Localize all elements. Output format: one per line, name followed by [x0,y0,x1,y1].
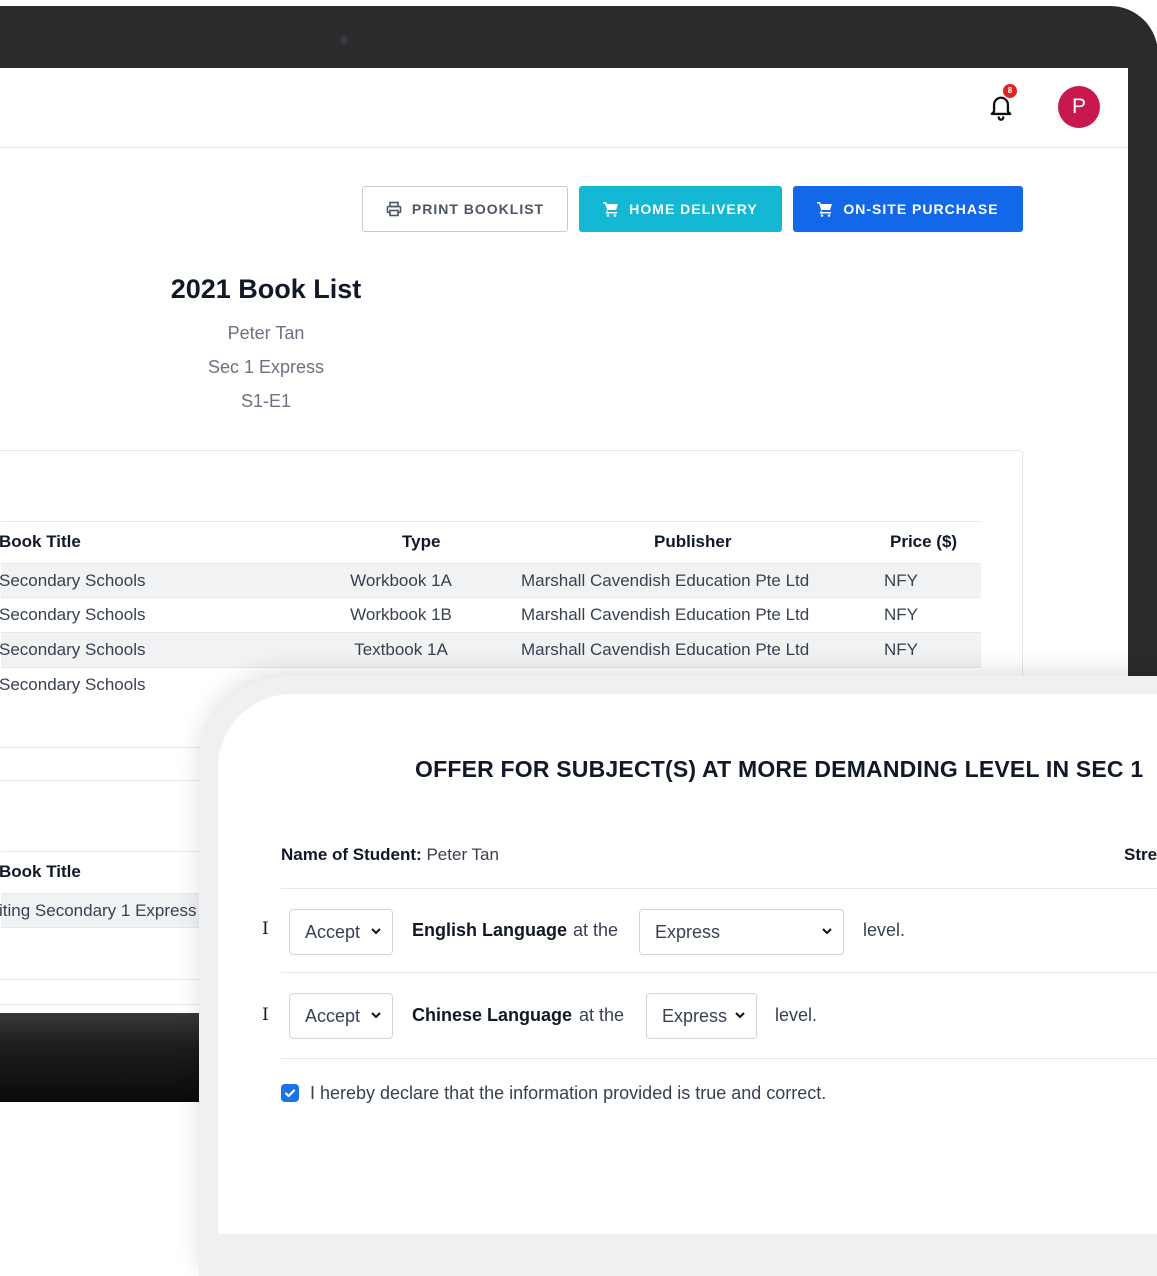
level-select[interactable]: Express [646,993,757,1039]
cart-icon [603,202,619,217]
chevron-down-icon [371,1012,381,1019]
student-label: Name of Student: [281,845,422,864]
checkmark-icon [284,1089,296,1098]
cell-title: iting Secondary 1 Express [0,901,197,920]
subject-label: English Language [412,920,568,940]
print-booklist-button[interactable]: PRINT BOOKLIST [362,186,568,232]
print-booklist-label: PRINT BOOKLIST [411,201,545,217]
cell-publisher: Marshall Cavendish Education Pte Ltd [521,605,810,624]
decision-select[interactable]: Accept [289,909,393,955]
col-book-title: Book Title [0,532,81,551]
cell-publisher: Marshall Cavendish Education Pte Ltd [521,571,810,590]
cell-title: Secondary Schools [0,605,146,624]
cart-icon [817,202,833,217]
cell-price: NFY [884,605,918,624]
cell-title: Secondary Schools [0,571,146,590]
onsite-purchase-button[interactable]: ON-SITE PURCHASE [793,186,1023,232]
home-delivery-label: HOME DELIVERY [629,201,758,217]
laptop-camera [340,36,348,44]
top-bar: 8 P [0,68,1128,148]
cell-type: Textbook 1A [354,640,448,659]
student-name-value: Peter Tan [426,845,499,864]
level-select[interactable]: Express [639,909,844,955]
student-name: Peter Tan [227,323,305,343]
notification-badge: 8 [1003,84,1017,98]
declaration-checkbox[interactable] [281,1084,299,1102]
stream-label: Stre [1124,845,1157,864]
cell-title: Secondary Schools [0,675,146,694]
decision-value: Accept [305,1006,361,1026]
chevron-down-icon [735,1012,745,1019]
level-value: Express [662,1006,728,1026]
subject-label: Chinese Language [412,1005,573,1025]
printer-icon [386,201,402,217]
col-publisher: Publisher [654,532,732,551]
col-book-title: Book Title [0,862,81,881]
pronoun-label: I [262,919,269,939]
pronoun-label: I [262,1005,269,1025]
cell-price: NFY [884,571,918,590]
class-level: Sec 1 Express [207,357,325,377]
booklist-title: 2021 Book List [170,274,362,304]
offer-title: OFFER FOR SUBJECT(S) AT MORE DEMANDING L… [415,756,1144,782]
class-code: S1-E1 [240,391,292,411]
student-name-line: Name of Student: Peter Tan [281,845,499,865]
chevron-down-icon [822,928,832,935]
divider [281,1058,1157,1059]
divider [281,888,1157,889]
cell-price: NFY [884,640,918,659]
cell-type: Workbook 1A [350,571,452,590]
cell-title: Secondary Schools [0,640,146,659]
decision-select[interactable]: Accept [289,993,393,1039]
table-row: Secondary Schools Workbook 1A Marshall C… [0,563,981,598]
table-row: Secondary Schools Workbook 1B Marshall C… [0,598,981,633]
chevron-down-icon [371,928,381,935]
at-the-label: at the [573,920,619,940]
onsite-purchase-label: ON-SITE PURCHASE [843,201,999,217]
at-the-label: at the [579,1005,625,1025]
cell-type: Workbook 1B [350,605,452,624]
col-price: Price ($) [890,532,958,551]
divider [281,972,1157,973]
table-row: Secondary Schools Textbook 1A Marshall C… [0,633,981,668]
offer-form: OFFER FOR SUBJECT(S) AT MORE DEMANDING L… [218,694,1157,1234]
avatar[interactable]: P [1058,86,1100,128]
level-suffix: level. [863,920,906,940]
home-delivery-button[interactable]: HOME DELIVERY [579,186,782,232]
decision-value: Accept [305,922,361,942]
cell-publisher: Marshall Cavendish Education Pte Ltd [521,640,810,659]
level-value: Express [655,922,721,942]
table-header-top-border [1,521,981,522]
level-suffix: level. [775,1005,818,1025]
col-type: Type [402,532,441,551]
declaration-text: I hereby declare that the information pr… [310,1083,827,1103]
